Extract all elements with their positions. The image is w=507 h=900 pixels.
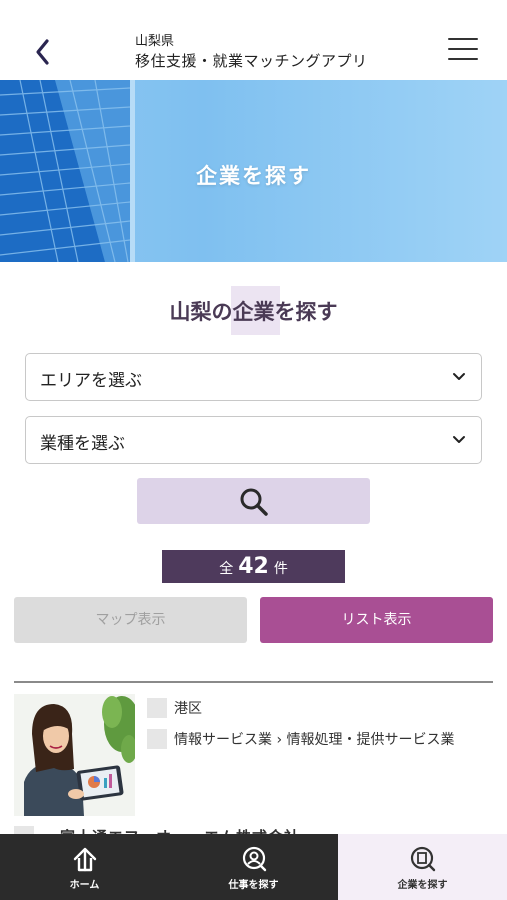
nav-find-companies-label: 企業を探す <box>397 880 448 891</box>
area-tag-text: 港区 <box>174 701 202 717</box>
nav-home[interactable]: ホーム <box>0 834 169 900</box>
nav-find-companies[interactable]: 企業を探す <box>338 834 507 900</box>
area-select[interactable]: エリアを選ぶ <box>25 353 482 401</box>
count-number: 42 <box>238 554 269 579</box>
menu-button[interactable] <box>448 38 478 64</box>
prefecture-label: 山梨県 <box>135 34 175 49</box>
back-button[interactable] <box>30 36 60 68</box>
search-icon <box>240 488 268 516</box>
industry-select[interactable]: 業種を選ぶ <box>25 416 482 464</box>
industry-tag-text: 情報サービス業 › 情報処理・提供サービス業 <box>174 732 455 748</box>
chevron-down-icon <box>453 436 465 443</box>
result-count: 全 42 件 <box>162 550 345 583</box>
chevron-left-icon <box>36 39 49 65</box>
company-thumbnail[interactable] <box>14 694 135 816</box>
home-icon <box>73 847 97 872</box>
nav-find-jobs-label: 仕事を探す <box>228 880 279 891</box>
header-titles: 山梨県 移住支援・就業マッチングアプリ <box>135 33 368 71</box>
list-view-button[interactable]: リスト表示 <box>260 597 493 643</box>
count-suffix: 件 <box>273 561 288 577</box>
hero-title: 企業を探す <box>196 163 311 188</box>
company-photo <box>14 694 135 816</box>
building-search-icon <box>410 846 436 872</box>
industry-tag: 情報サービス業 › 情報処理・提供サービス業 <box>147 729 455 749</box>
nav-find-jobs[interactable]: 仕事を探す <box>169 834 338 900</box>
area-tag: 港区 <box>147 698 202 718</box>
bottom-navigation: ホーム 仕事を探す 企業を探す <box>0 834 507 900</box>
count-prefix: 全 <box>219 561 234 577</box>
section-title: 山梨の企業を探す <box>169 299 338 324</box>
industry-select-label: 業種を選ぶ <box>40 434 125 454</box>
person-search-icon <box>242 846 267 872</box>
hero-banner: 企業を探す <box>0 80 507 262</box>
industry-icon <box>147 729 167 749</box>
divider <box>14 681 493 683</box>
search-button[interactable] <box>137 478 370 524</box>
location-icon <box>147 698 167 718</box>
map-view-button[interactable]: マップ表示 <box>14 597 247 643</box>
app-header: 山梨県 移住支援・就業マッチングアプリ <box>0 0 507 80</box>
chevron-down-icon <box>453 373 465 380</box>
area-select-label: エリアを選ぶ <box>40 371 142 391</box>
app-title: 移住支援・就業マッチングアプリ <box>135 52 368 70</box>
hamburger-menu-icon <box>448 38 478 40</box>
nav-home-label: ホーム <box>69 880 100 891</box>
